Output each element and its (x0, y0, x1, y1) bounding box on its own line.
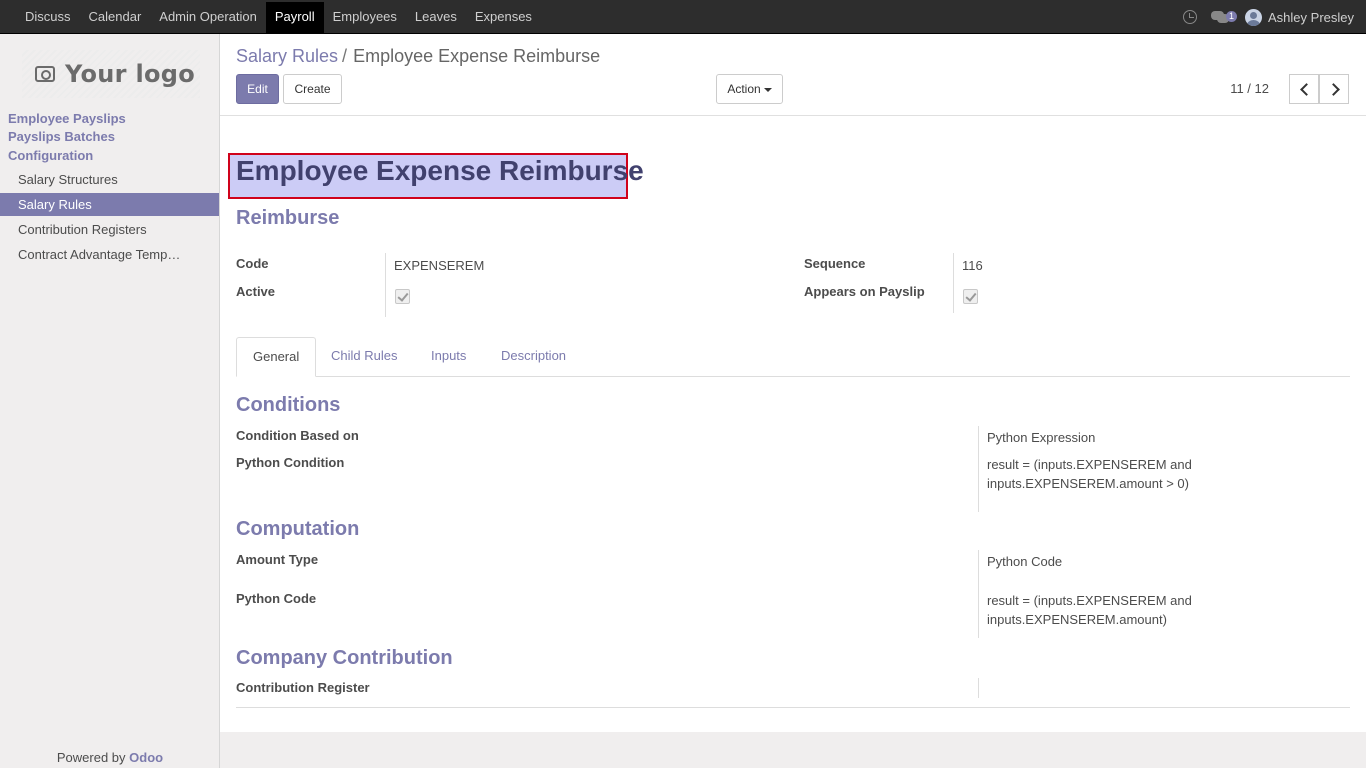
control-panel: Salary Rules / Employee Expense Reimburse … (220, 34, 1366, 116)
logo-text: Your logo (65, 60, 196, 88)
divider (978, 678, 979, 698)
breadcrumb-separator: / (342, 46, 348, 66)
pager-previous-icon[interactable] (1289, 74, 1319, 104)
systray: 1 Ashley Presley (1183, 0, 1366, 34)
form-bottom-line (236, 707, 1350, 708)
action-dropdown[interactable]: Action (716, 74, 783, 104)
amount-type-label: Amount Type (236, 552, 319, 567)
code-label: Code (236, 256, 269, 271)
pager-value[interactable]: 11 / 12 (1230, 81, 1269, 96)
edit-button[interactable]: Edit (236, 74, 279, 104)
python-condition-line-1: result = (inputs.EXPENSEREM and (987, 457, 1192, 472)
breadcrumb-salary-rules[interactable]: Salary Rules (236, 46, 338, 66)
message-count-badge: 1 (1226, 11, 1238, 22)
menu-payroll[interactable]: Payroll (265, 2, 324, 33)
odoo-link[interactable]: Odoo (129, 750, 163, 765)
divider (978, 550, 979, 638)
tab-general[interactable]: General (236, 337, 317, 377)
python-condition-line-2: inputs.EXPENSEREM.amount > 0) (987, 476, 1189, 491)
computation-heading: Computation (236, 518, 360, 540)
main-menu: Discuss Calendar Admin Operation Payroll… (16, 0, 541, 34)
pager-next-icon[interactable] (1319, 74, 1349, 104)
tab-inputs[interactable]: Inputs (415, 337, 482, 377)
sequence-label: Sequence (804, 256, 866, 271)
messaging-icon[interactable]: 1 (1211, 10, 1238, 24)
rule-name: Employee Expense Reimburse (236, 155, 644, 186)
menu-employees[interactable]: Employees (324, 0, 406, 34)
contribution-register-label: Contribution Register (236, 680, 370, 695)
sidebar-section-payslips-batches[interactable]: Payslips Batches (8, 129, 115, 144)
activity-clock-icon[interactable] (1183, 10, 1198, 24)
tab-child-rules[interactable]: Child Rules (315, 337, 413, 377)
amount-type-value: Python Code (987, 554, 1063, 569)
menu-calendar[interactable]: Calendar (80, 0, 151, 34)
caret-down-icon (763, 87, 772, 92)
divider (978, 426, 979, 512)
top-navbar: Discuss Calendar Admin Operation Payroll… (0, 0, 1366, 34)
create-button[interactable]: Create (283, 74, 342, 104)
sidebar-section-configuration: Configuration (8, 148, 94, 163)
appears-on-payslip-checkbox (963, 289, 978, 304)
python-code-line-1: result = (inputs.EXPENSEREM and (987, 593, 1192, 608)
breadcrumb: Salary Rules / Employee Expense Reimburse (236, 46, 600, 67)
sequence-value: 116 (962, 258, 983, 273)
sidebar: Your logo Employee Payslips Payslips Bat… (0, 34, 220, 768)
sidebar-item-contract-advantage-templates[interactable]: Contract Advantage Temp… (0, 243, 219, 266)
divider (385, 253, 386, 317)
action-label: Action (727, 82, 761, 96)
python-code-label: Python Code (236, 591, 317, 606)
menu-leaves[interactable]: Leaves (406, 0, 466, 34)
condition-based-on-label: Condition Based on (236, 428, 359, 443)
menu-discuss[interactable]: Discuss (16, 0, 80, 34)
tab-description[interactable]: Description (485, 337, 582, 377)
divider (953, 253, 954, 313)
python-condition-label: Python Condition (236, 455, 345, 470)
company-contribution-heading: Company Contribution (236, 647, 453, 669)
sidebar-section-employee-payslips[interactable]: Employee Payslips (8, 111, 126, 126)
user-menu[interactable]: Ashley Presley (1268, 10, 1354, 25)
breadcrumb-current: Employee Expense Reimburse (353, 46, 601, 66)
active-label: Active (236, 284, 276, 299)
menu-admin-operation[interactable]: Admin Operation (150, 0, 266, 34)
powered-by-label: Powered by (56, 750, 126, 765)
code-value: EXPENSEREM (394, 258, 485, 273)
company-logo[interactable]: Your logo (22, 50, 200, 98)
rule-category[interactable]: Reimburse (236, 207, 339, 230)
form-sheet (220, 116, 1366, 732)
sidebar-item-salary-rules[interactable]: Salary Rules (0, 193, 219, 216)
active-checkbox (395, 289, 410, 304)
sidebar-item-salary-structures[interactable]: Salary Structures (0, 168, 219, 191)
sidebar-item-contribution-registers[interactable]: Contribution Registers (0, 218, 219, 241)
camera-icon (35, 66, 55, 82)
python-code-line-2: inputs.EXPENSEREM.amount) (987, 612, 1167, 627)
user-avatar[interactable] (1245, 8, 1263, 26)
condition-based-on-value: Python Expression (987, 430, 1096, 445)
conditions-heading: Conditions (236, 394, 341, 416)
powered-by: Powered by Odoo (0, 750, 220, 765)
appears-on-payslip-label: Appears on Payslip (804, 284, 925, 299)
menu-expenses[interactable]: Expenses (466, 0, 541, 34)
